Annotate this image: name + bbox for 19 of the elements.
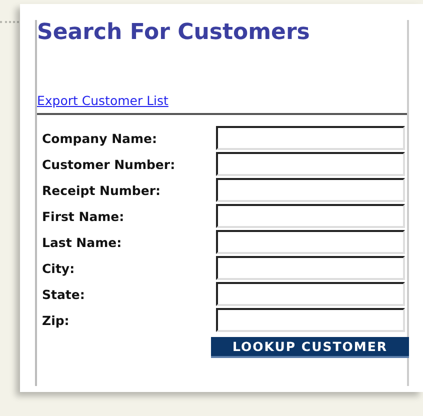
field-label: Zip: xyxy=(42,312,70,328)
export-link[interactable]: Export Customer List xyxy=(37,93,168,108)
input-field[interactable] xyxy=(216,126,405,150)
input-field[interactable] xyxy=(216,230,405,254)
field-label: First Name: xyxy=(42,208,126,224)
field-label: Company Name: xyxy=(42,130,158,146)
field-label: Receipt Number: xyxy=(42,182,162,198)
input-field[interactable] xyxy=(216,256,405,280)
input-field[interactable] xyxy=(216,178,405,202)
input-field[interactable] xyxy=(216,308,405,332)
input-field[interactable] xyxy=(216,204,405,228)
page-title: Search For Customers xyxy=(37,20,310,46)
input-field[interactable] xyxy=(216,152,405,176)
field-label: Last Name: xyxy=(42,234,123,250)
field-label: State: xyxy=(42,286,86,302)
input-field[interactable] xyxy=(216,282,405,306)
lookup-button[interactable]: LOOKUP CUSTOMER xyxy=(211,337,409,358)
field-label: City: xyxy=(42,260,76,276)
field-label: Customer Number: xyxy=(42,156,176,172)
